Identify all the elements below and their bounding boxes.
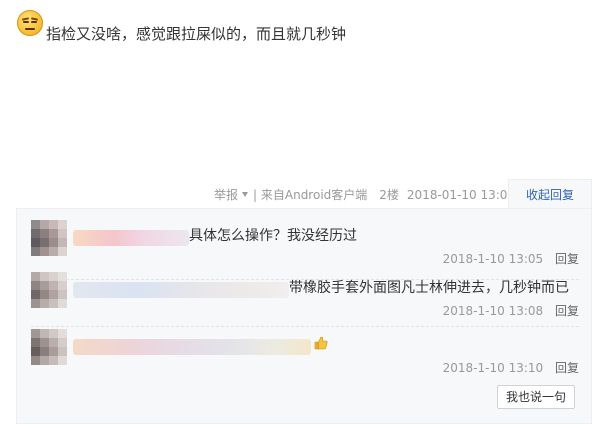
username-blurred[interactable] bbox=[73, 230, 189, 246]
avatar[interactable] bbox=[31, 220, 67, 256]
reply-link[interactable]: 回复 bbox=[555, 361, 579, 375]
avatar[interactable] bbox=[31, 329, 67, 365]
reply-link[interactable]: 回复 bbox=[555, 252, 579, 266]
collapse-replies-button[interactable]: 收起回复 bbox=[508, 179, 592, 209]
thumbs-up-emoji-icon bbox=[314, 335, 328, 350]
awkward-face-emoji-icon bbox=[17, 10, 43, 36]
post-meta: 举报 | 来自Android客户端 2楼 2018-01-10 13:03 bbox=[214, 186, 519, 203]
reply-footer: 2018-1-10 13:05 回复 bbox=[443, 250, 579, 267]
floor-number: 2楼 bbox=[379, 188, 399, 202]
reply-time: 2018-1-10 13:10 bbox=[442, 361, 544, 375]
reply-footer: 2018-1-10 13:10 回复 bbox=[443, 359, 579, 376]
reply-panel: 具体怎么操作？我没经历过 2018-1-10 13:05 回复 带橡胶手套外面图… bbox=[16, 208, 592, 424]
reply-content: 带橡胶手套外面图凡士林伸进去，几秒钟而已 bbox=[289, 280, 569, 296]
reply-item: 具体怎么操作？我没经历过 2018-1-10 13:05 回复 bbox=[31, 220, 579, 272]
post-content: 指检又没啥，感觉跟拉屎似的，而且就几秒钟 bbox=[46, 25, 347, 43]
reply-item: 2018-1-10 13:10 回复 bbox=[31, 329, 579, 381]
reply-time: 2018-1-10 13:08 bbox=[442, 304, 544, 318]
post-datetime: 2018-01-10 13:03 bbox=[406, 187, 516, 202]
avatar[interactable] bbox=[31, 272, 67, 308]
reply-time: 2018-1-10 13:05 bbox=[442, 252, 544, 266]
report-link[interactable]: 举报 bbox=[214, 186, 238, 203]
reply-divider bbox=[31, 326, 579, 327]
reply-item: 带橡胶手套外面图凡士林伸进去，几秒钟而已 2018-1-10 13:08 回复 bbox=[31, 272, 579, 324]
report-dropdown-icon[interactable] bbox=[242, 192, 249, 197]
username-blurred[interactable] bbox=[73, 339, 311, 355]
reply-footer: 2018-1-10 13:08 回复 bbox=[443, 302, 579, 319]
username-blurred[interactable] bbox=[73, 282, 289, 298]
reply-link[interactable]: 回复 bbox=[555, 304, 579, 318]
reply-content: 具体怎么操作？我没经历过 bbox=[189, 228, 357, 244]
client-source: | 来自Android客户端 bbox=[253, 188, 368, 202]
say-something-button[interactable]: 我也说一句 bbox=[497, 385, 575, 409]
